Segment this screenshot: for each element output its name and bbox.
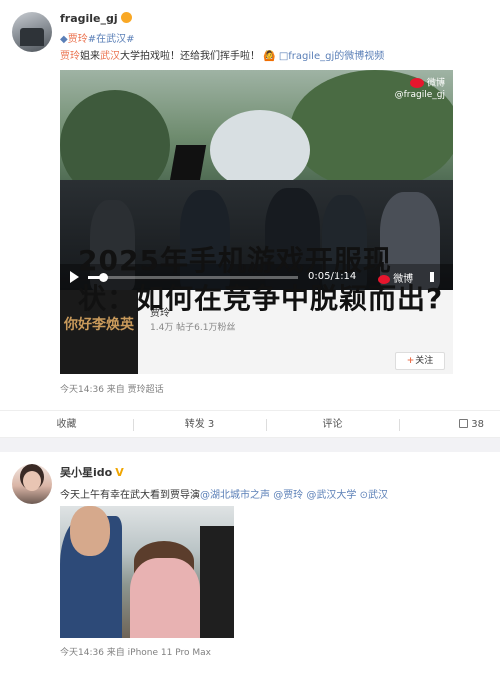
post-meta: 今天14:36 来自 iPhone 11 Pro Max [60, 648, 211, 658]
text-part: 姐来 [80, 51, 100, 62]
follow-button[interactable]: +关注 [395, 352, 445, 370]
avatar[interactable] [12, 464, 52, 504]
like-button[interactable]: 38 [399, 411, 500, 439]
post-photo[interactable] [60, 506, 234, 638]
video-link[interactable]: □fragile_gj的微博视频 [279, 51, 384, 62]
mention-link[interactable]: 贾玲 [60, 51, 80, 62]
weibo-logo-icon [410, 78, 425, 88]
mention-link[interactable]: @湖北城市之声 [200, 490, 270, 501]
mention-link[interactable]: 武汉 [100, 51, 120, 62]
overlay-headline: 2025年手机游戏开服现状：如何在竞争中脱颖而出? [78, 244, 444, 315]
location-link[interactable]: ⊙武汉 [360, 490, 388, 501]
text-part: 今天上午有幸在武大看到贾导演 [60, 490, 200, 501]
username-label[interactable]: fragile_gj [60, 12, 118, 25]
plus-icon: + [406, 356, 415, 366]
comment-button[interactable]: 评论 [266, 411, 399, 439]
weibo-post: fragile_gj ◆贾玲#在武汉# 贾玲姐来武汉大学拍戏啦！还给我们挥手啦！… [0, 0, 500, 405]
diamond-icon: ◆ [60, 34, 68, 45]
action-bar: 收藏 转发 3 评论 38 [0, 410, 500, 438]
avatar[interactable] [12, 12, 52, 52]
mention-link[interactable]: @武汉大学 [306, 490, 356, 501]
repost-button[interactable]: 转发 3 [133, 411, 266, 439]
favorite-button[interactable]: 收藏 [0, 411, 133, 439]
text-part: 大学拍戏啦！还给我们挥手啦！ [120, 51, 260, 62]
post-text: 今天上午有幸在武大看到贾导演@湖北城市之声 @贾玲 @武汉大学 ⊙武汉 [60, 486, 388, 501]
watermark: 微博 @fragile_gj [394, 78, 445, 100]
super-topic-tag[interactable]: ◆贾玲#在武汉# [60, 30, 134, 45]
feed-separator [0, 438, 500, 452]
post-text: 贾玲姐来武汉大学拍戏啦！还给我们挥手啦！ 🙆 □fragile_gj的微博视频 [60, 47, 384, 62]
weibo-post: 吴小星ido V 今天上午有幸在武大看到贾导演@湖北城市之声 @贾玲 @武汉大学 … [0, 452, 500, 675]
post-meta: 今天14:36 来自 贾玲超话 [60, 385, 164, 395]
location-pin-icon: ⊙ [359, 490, 368, 501]
thumbs-up-icon [459, 419, 469, 428]
watermark-user: @fragile_gj [394, 89, 445, 100]
emoji-badge-icon [120, 12, 132, 23]
username[interactable]: 吴小星ido V [60, 464, 124, 480]
tag-mention[interactable]: 贾玲 [68, 34, 88, 45]
card-stats: 1.4万 帖子6.1万粉丝 [150, 323, 236, 333]
verified-v-icon: V [115, 466, 124, 479]
username-label[interactable]: 吴小星ido [60, 466, 112, 479]
username[interactable]: fragile_gj [60, 12, 132, 25]
mention-link[interactable]: @贾玲 [273, 490, 303, 501]
emoji-icon: 🙆 [263, 51, 276, 62]
tag-topic[interactable]: #在武汉# [88, 34, 135, 45]
